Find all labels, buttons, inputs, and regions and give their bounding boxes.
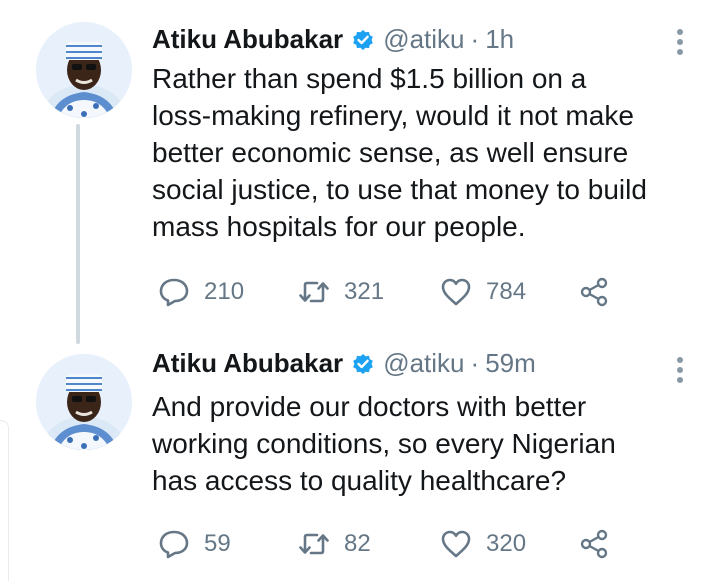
verified-badge-icon (351, 352, 375, 376)
tweet-header: Atiku Abubakar @atiku · 59m (152, 348, 536, 379)
tweet-actions: 59 82 320 (158, 526, 628, 562)
tweet-text: And provide our doctors with better work… (152, 391, 616, 496)
retweet-button[interactable]: 321 (298, 274, 384, 310)
avatar[interactable] (36, 354, 132, 450)
reply-icon (158, 528, 190, 560)
reply-count: 59 (204, 530, 231, 557)
author-handle[interactable]: @atiku (383, 24, 464, 55)
like-button[interactable]: 784 (440, 274, 526, 310)
retweet-icon (298, 276, 330, 308)
share-icon (578, 528, 610, 560)
like-count: 320 (486, 530, 527, 557)
tweet-2[interactable]: Atiku Abubakar @atiku · 59m And provide … (0, 340, 720, 580)
reply-button[interactable]: 59 (158, 526, 231, 562)
tweet-text: Rather than spend $1.5 billion on a loss… (152, 63, 647, 242)
tweet-timestamp[interactable]: 1h (485, 24, 514, 55)
tweet-timestamp[interactable]: 59m (485, 348, 536, 379)
like-button[interactable]: 320 (440, 526, 526, 562)
share-button[interactable] (578, 274, 610, 310)
tweet-header: Atiku Abubakar @atiku · 1h (152, 24, 514, 55)
author-name[interactable]: Atiku Abubakar (152, 24, 343, 55)
tweet-1[interactable]: Atiku Abubakar @atiku · 1h Rather than s… (0, 0, 720, 344)
share-icon (578, 276, 610, 308)
tweet-actions: 210 321 784 (158, 274, 628, 310)
separator-dot: · (470, 348, 480, 378)
more-options-icon[interactable] (676, 356, 684, 384)
like-count: 784 (486, 278, 527, 305)
retweet-count: 321 (344, 278, 385, 305)
reply-button[interactable]: 210 (158, 274, 244, 310)
avatar-image (36, 22, 132, 118)
author-name[interactable]: Atiku Abubakar (152, 348, 343, 379)
more-options-icon[interactable] (676, 28, 684, 56)
avatar-image (36, 354, 132, 450)
retweet-count: 82 (344, 530, 371, 557)
heart-icon (440, 276, 472, 308)
share-button[interactable] (578, 526, 610, 562)
thread-connector-line (76, 124, 80, 344)
avatar[interactable] (36, 22, 132, 118)
reply-count: 210 (204, 278, 245, 305)
verified-badge-icon (351, 28, 375, 52)
separator-dot: · (470, 24, 480, 54)
retweet-icon (298, 528, 330, 560)
reply-icon (158, 276, 190, 308)
retweet-button[interactable]: 82 (298, 526, 371, 562)
heart-icon (440, 528, 472, 560)
author-handle[interactable]: @atiku (383, 348, 464, 379)
